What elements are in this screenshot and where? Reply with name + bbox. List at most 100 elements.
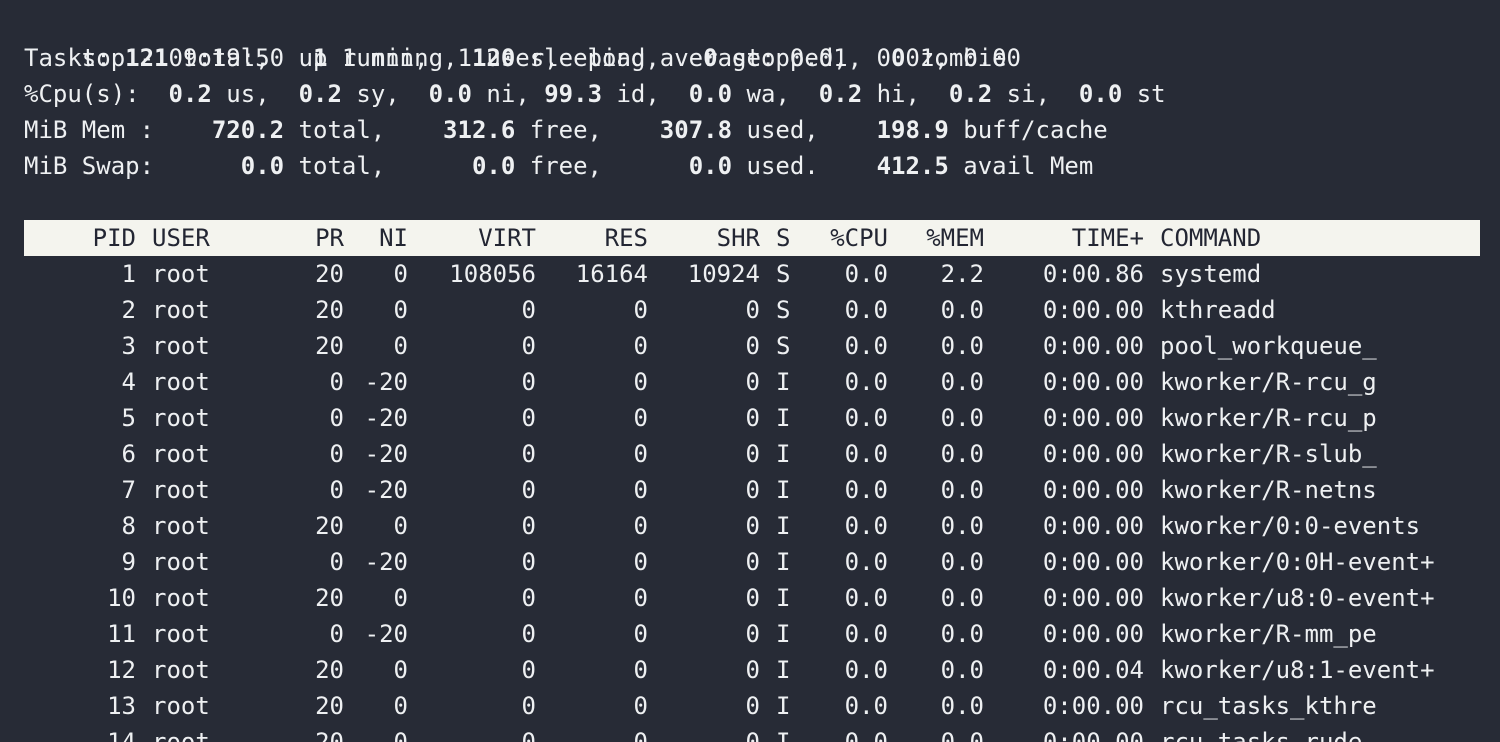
column-header-shr[interactable]: SHR — [648, 220, 760, 256]
process-row[interactable]: 3 root 20 0 0 0 0 S 0.0 0.0 0:00.00 pool… — [24, 328, 1480, 364]
process-mem: 0.0 — [940, 548, 984, 576]
process-time: 0:00.00 — [1042, 512, 1144, 540]
process-user: root — [152, 368, 210, 396]
column-header-pid[interactable]: PID — [24, 220, 136, 256]
swap-line: MiB Swap: 0.0 total, 0.0 free, 0.0 used.… — [24, 148, 1093, 184]
process-cpu: 0.0 — [844, 656, 888, 684]
process-row[interactable]: 10 root 20 0 0 0 0 I 0.0 0.0 0:00.00 kwo… — [24, 580, 1480, 616]
process-command: kworker/R-rcu_p — [1160, 404, 1377, 432]
process-table-header: PID USER PR NI VIRT RES SHR S %CPU %MEM … — [24, 220, 1480, 256]
process-pr: 20 — [315, 656, 344, 684]
mem-free-label: free, — [515, 116, 660, 144]
process-time: 0:00.00 — [1042, 584, 1144, 612]
terminal-window[interactable]: top - 09:19:50 up 1 min, 1 user, load av… — [0, 0, 1500, 742]
column-header-user[interactable]: USER — [152, 220, 292, 256]
process-pr: 0 — [329, 548, 344, 576]
column-header-cpu[interactable]: %CPU — [792, 220, 888, 256]
process-virt: 0 — [521, 296, 536, 324]
process-shr: 0 — [745, 728, 760, 742]
process-pid: 8 — [121, 512, 136, 540]
tasks-sleeping-value: 120 — [471, 44, 516, 72]
mem-buff-label: buff/cache — [948, 116, 1108, 144]
process-res: 0 — [633, 728, 648, 742]
mem-line: MiB Mem : 720.2 total, 312.6 free, 307.8… — [24, 112, 1108, 148]
process-row[interactable]: 5 root 0 -20 0 0 0 I 0.0 0.0 0:00.00 kwo… — [24, 400, 1480, 436]
swap-total-value: 0.0 — [240, 152, 285, 180]
process-row[interactable]: 14 root 20 0 0 0 0 I 0.0 0.0 0:00.00 rcu… — [24, 724, 1480, 742]
process-res: 0 — [633, 368, 648, 396]
process-time: 0:00.00 — [1042, 404, 1144, 432]
process-time: 0:00.00 — [1042, 548, 1144, 576]
process-row[interactable]: 8 root 20 0 0 0 0 I 0.0 0.0 0:00.00 kwor… — [24, 508, 1480, 544]
process-pr: 20 — [315, 728, 344, 742]
tasks-total-label: total, — [168, 44, 314, 72]
process-mem: 0.0 — [940, 620, 984, 648]
swap-avail-value: 412.5 — [876, 152, 949, 180]
process-pr: 20 — [315, 296, 344, 324]
process-res: 0 — [633, 584, 648, 612]
process-command: kworker/u8:0-event+ — [1160, 584, 1435, 612]
tasks-zombie-label: zombie — [905, 44, 1007, 72]
cpu-si-label: si, — [992, 80, 1079, 108]
column-header-command[interactable]: COMMAND — [1160, 220, 1480, 256]
process-virt: 0 — [521, 548, 536, 576]
column-header-virt[interactable]: VIRT — [408, 220, 536, 256]
mem-label: MiB Mem : — [24, 116, 212, 144]
process-time: 0:00.86 — [1042, 260, 1144, 288]
process-row[interactable]: 7 root 0 -20 0 0 0 I 0.0 0.0 0:00.00 kwo… — [24, 472, 1480, 508]
process-res: 0 — [633, 296, 648, 324]
process-command: rcu_tasks_rude_ — [1160, 728, 1377, 742]
process-time: 0:00.00 — [1042, 476, 1144, 504]
process-pid: 3 — [121, 332, 136, 360]
process-row[interactable]: 9 root 0 -20 0 0 0 I 0.0 0.0 0:00.00 kwo… — [24, 544, 1480, 580]
process-row[interactable]: 11 root 0 -20 0 0 0 I 0.0 0.0 0:00.00 kw… — [24, 616, 1480, 652]
process-cpu: 0.0 — [844, 620, 888, 648]
process-row[interactable]: 2 root 20 0 0 0 0 S 0.0 0.0 0:00.00 kthr… — [24, 292, 1480, 328]
process-pid: 9 — [121, 548, 136, 576]
column-header-mem[interactable]: %MEM — [888, 220, 984, 256]
swap-free-label: free, — [515, 152, 689, 180]
process-mem: 0.0 — [940, 512, 984, 540]
process-mem: 0.0 — [940, 332, 984, 360]
process-shr: 0 — [745, 404, 760, 432]
process-pr: 0 — [329, 368, 344, 396]
cpu-sy-value: 0.2 — [298, 80, 342, 108]
process-row[interactable]: 1 root 20 0 108056 16164 10924 S 0.0 2.2… — [24, 256, 1480, 292]
process-ni: 0 — [393, 728, 408, 742]
process-user: root — [152, 728, 210, 742]
process-pid: 14 — [107, 728, 136, 742]
process-shr: 0 — [745, 368, 760, 396]
process-command: kthreadd — [1160, 296, 1276, 324]
tasks-running-value: 1 — [313, 44, 328, 72]
process-cpu: 0.0 — [844, 512, 888, 540]
process-row[interactable]: 6 root 0 -20 0 0 0 I 0.0 0.0 0:00.00 kwo… — [24, 436, 1480, 472]
process-row[interactable]: 12 root 20 0 0 0 0 I 0.0 0.0 0:00.04 kwo… — [24, 652, 1480, 688]
column-header-res[interactable]: RES — [536, 220, 648, 256]
process-user: root — [152, 692, 210, 720]
column-header-ni[interactable]: NI — [344, 220, 408, 256]
process-row[interactable]: 13 root 20 0 0 0 0 I 0.0 0.0 0:00.00 rcu… — [24, 688, 1480, 724]
column-header-time[interactable]: TIME+ — [984, 220, 1144, 256]
process-virt: 0 — [521, 692, 536, 720]
process-mem: 0.0 — [940, 584, 984, 612]
cpu-si-value: 0.2 — [948, 80, 993, 108]
column-header-pr[interactable]: PR — [280, 220, 344, 256]
process-res: 16164 — [575, 260, 648, 288]
process-cpu: 0.0 — [844, 440, 888, 468]
tasks-line: Tasks: 121 total, 1 running, 120 sleepin… — [24, 40, 1007, 76]
process-command: rcu_tasks_kthre — [1160, 692, 1377, 720]
process-command: kworker/R-rcu_g — [1160, 368, 1377, 396]
cpu-st-value: 0.0 — [1078, 80, 1123, 108]
process-user: root — [152, 404, 210, 432]
process-cpu: 0.0 — [844, 332, 888, 360]
process-pid: 13 — [107, 692, 136, 720]
process-pr: 20 — [315, 512, 344, 540]
process-row[interactable]: 4 root 0 -20 0 0 0 I 0.0 0.0 0:00.00 kwo… — [24, 364, 1480, 400]
process-shr: 0 — [745, 584, 760, 612]
process-ni: 0 — [393, 512, 408, 540]
process-virt: 0 — [521, 728, 536, 742]
process-cpu: 0.0 — [844, 260, 888, 288]
process-pr: 0 — [329, 404, 344, 432]
mem-buff-value: 198.9 — [876, 116, 949, 144]
uptime-line: top - 09:19:50 up 1 min, 1 user, load av… — [24, 4, 1021, 72]
